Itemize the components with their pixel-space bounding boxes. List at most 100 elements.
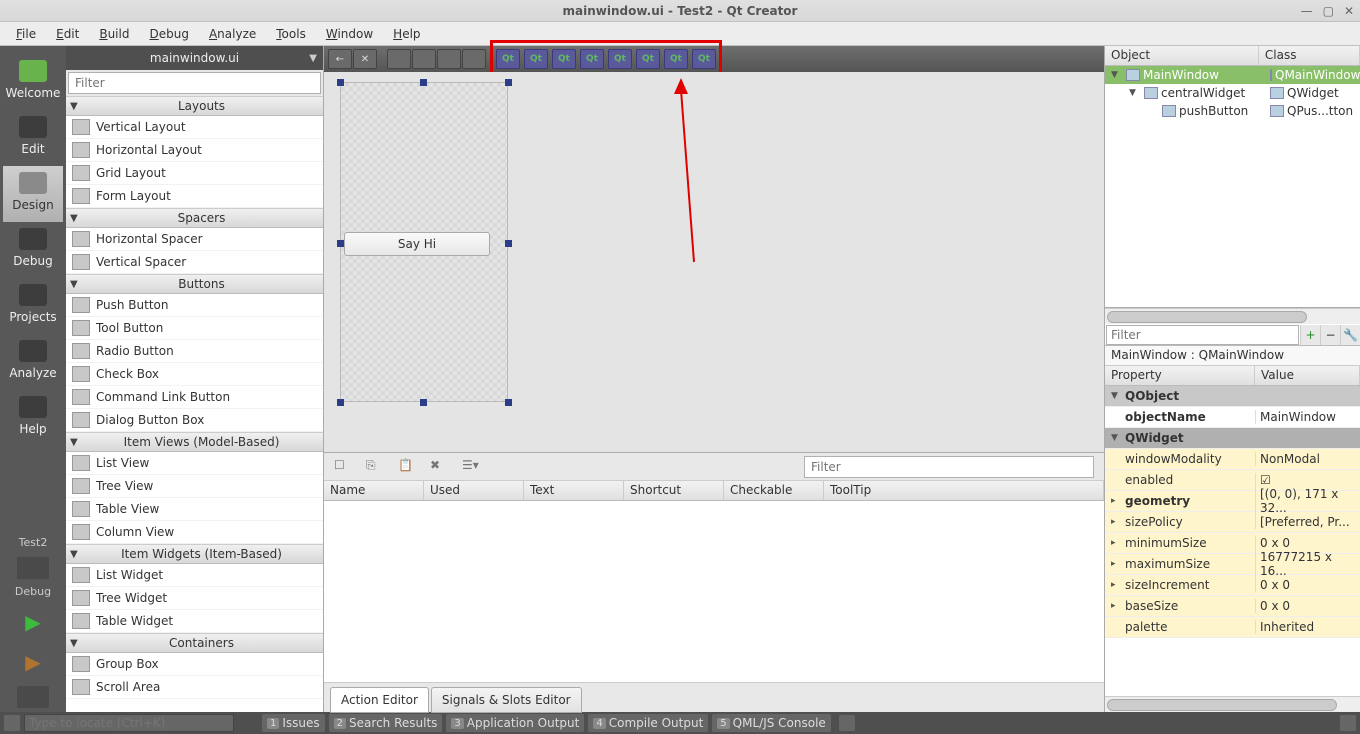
sidebar-toggle-icon[interactable] — [1340, 715, 1356, 731]
widgetbox-item[interactable]: Horizontal Layout — [66, 139, 323, 162]
widgetbox-item[interactable]: Grid Layout — [66, 162, 323, 185]
col-shortcut[interactable]: Shortcut — [624, 481, 724, 500]
property-row[interactable]: ▸maximumSize16777215 x 16... — [1105, 554, 1360, 575]
property-table[interactable]: ▼QObjectobjectNameMainWindow▼QWidgetwind… — [1105, 386, 1360, 696]
form-pushbutton[interactable]: Say Hi — [344, 232, 490, 256]
edit-tab-order-icon[interactable] — [462, 49, 486, 69]
back-icon[interactable]: ← — [328, 49, 352, 69]
close-doc-icon[interactable]: ✕ — [353, 49, 377, 69]
paste-action-icon[interactable]: 📋 — [398, 458, 416, 476]
resize-handle[interactable] — [505, 399, 512, 406]
resize-handle[interactable] — [420, 399, 427, 406]
widgetbox-item[interactable]: Tree View — [66, 475, 323, 498]
col-class[interactable]: Class — [1259, 46, 1360, 65]
widgetbox-item[interactable]: Check Box — [66, 363, 323, 386]
col-name[interactable]: Name — [324, 481, 424, 500]
widgetbox-item[interactable]: Dialog Button Box — [66, 409, 323, 432]
rail-edit[interactable]: Edit — [3, 110, 63, 166]
tab-action-editor[interactable]: Action Editor — [330, 687, 429, 713]
widgetbox-item[interactable]: List View — [66, 452, 323, 475]
property-category[interactable]: ▼QWidget — [1105, 428, 1360, 449]
widgetbox-category[interactable]: ▼Spacers — [66, 208, 323, 228]
property-row[interactable]: ▸sizeIncrement0 x 0 — [1105, 575, 1360, 596]
output-tab[interactable]: 2Search Results — [329, 714, 443, 732]
horizontal-scrollbar[interactable] — [1105, 308, 1360, 324]
rail-analyze[interactable]: Analyze — [3, 334, 63, 390]
widgetbox-item[interactable]: Radio Button — [66, 340, 323, 363]
resize-handle[interactable] — [505, 79, 512, 86]
widgetbox-category[interactable]: ▼Containers — [66, 633, 323, 653]
maximize-icon[interactable]: ▢ — [1323, 4, 1334, 18]
widgetbox-item[interactable]: Command Link Button — [66, 386, 323, 409]
widgetbox-item[interactable]: Tool Button — [66, 317, 323, 340]
col-object[interactable]: Object — [1105, 46, 1259, 65]
object-row[interactable]: ▼MainWindowQMainWindow — [1105, 66, 1360, 84]
search-icon[interactable] — [4, 715, 20, 731]
layout-qt-icon[interactable]: Qt — [664, 49, 688, 69]
property-filter[interactable] — [1106, 325, 1299, 345]
layout-qt-icon[interactable]: Qt — [636, 49, 660, 69]
widgetbox-filter[interactable] — [68, 72, 321, 94]
col-checkable[interactable]: Checkable — [724, 481, 824, 500]
resize-handle[interactable] — [337, 399, 344, 406]
delete-action-icon[interactable]: ✖ — [430, 458, 448, 476]
output-tab[interactable]: 5QML/JS Console — [712, 714, 831, 732]
copy-action-icon[interactable]: ⎘ — [366, 458, 384, 476]
widgetbox-item[interactable]: Scroll Area — [66, 676, 323, 699]
layout-qt-icon[interactable]: Qt — [608, 49, 632, 69]
rail-target-selector[interactable] — [17, 557, 49, 579]
output-tab[interactable]: 3Application Output — [446, 714, 584, 732]
col-property[interactable]: Property — [1105, 366, 1255, 385]
menu-tools[interactable]: Tools — [268, 25, 314, 43]
resize-handle[interactable] — [420, 79, 427, 86]
action-filter[interactable] — [804, 456, 1094, 478]
widgetbox-item[interactable]: Horizontal Spacer — [66, 228, 323, 251]
close-icon[interactable]: ✕ — [1344, 4, 1354, 18]
property-row[interactable]: objectNameMainWindow — [1105, 407, 1360, 428]
widgetbox-item[interactable]: Form Layout — [66, 185, 323, 208]
output-tab[interactable]: 4Compile Output — [588, 714, 708, 732]
menu-window[interactable]: Window — [318, 25, 381, 43]
object-inspector-tree[interactable]: ▼MainWindowQMainWindow▼centralWidgetQWid… — [1105, 66, 1360, 308]
tab-signals-slots[interactable]: Signals & Slots Editor — [431, 687, 582, 713]
widgetbox-item[interactable]: Vertical Layout — [66, 116, 323, 139]
resize-handle[interactable] — [337, 79, 344, 86]
widgetbox-category[interactable]: ▼Buttons — [66, 274, 323, 294]
widgetbox-item[interactable]: Tree Widget — [66, 587, 323, 610]
horizontal-scrollbar[interactable] — [1105, 696, 1360, 712]
property-category[interactable]: ▼QObject — [1105, 386, 1360, 407]
layout-qt-icon[interactable]: Qt — [524, 49, 548, 69]
remove-property-icon[interactable]: − — [1320, 325, 1340, 345]
widgetbox-category[interactable]: ▼Layouts — [66, 96, 323, 116]
menu-debug[interactable]: Debug — [141, 25, 196, 43]
minimize-icon[interactable]: — — [1301, 4, 1313, 18]
property-row[interactable]: windowModalityNonModal — [1105, 449, 1360, 470]
rail-design[interactable]: Design — [3, 166, 63, 222]
widgetbox-item[interactable]: Vertical Spacer — [66, 251, 323, 274]
widgetbox-item[interactable]: Table View — [66, 498, 323, 521]
open-file-label[interactable]: mainwindow.ui — [150, 51, 239, 65]
locator-input[interactable] — [24, 714, 234, 732]
rail-welcome[interactable]: Welcome — [3, 54, 63, 110]
form-canvas[interactable]: Say Hi — [324, 72, 1104, 452]
col-used[interactable]: Used — [424, 481, 524, 500]
object-row[interactable]: pushButtonQPus...tton — [1105, 102, 1360, 120]
widgetbox-category[interactable]: ▼Item Views (Model-Based) — [66, 432, 323, 452]
property-row[interactable]: ▸geometry[(0, 0), 171 x 32... — [1105, 491, 1360, 512]
layout-qt-icon[interactable]: Qt — [580, 49, 604, 69]
menu-file[interactable]: File — [8, 25, 44, 43]
resize-handle[interactable] — [337, 240, 344, 247]
col-value[interactable]: Value — [1255, 366, 1360, 385]
view-mode-icon[interactable]: ☰▾ — [462, 458, 480, 476]
rail-projects[interactable]: Projects — [3, 278, 63, 334]
widgetbox-item[interactable]: Push Button — [66, 294, 323, 317]
new-action-icon[interactable]: ☐ — [334, 458, 352, 476]
resize-handle[interactable] — [505, 240, 512, 247]
property-row[interactable]: ▸baseSize0 x 0 — [1105, 596, 1360, 617]
widgetbox-item[interactable]: List Widget — [66, 564, 323, 587]
rail-debug[interactable]: Debug — [3, 222, 63, 278]
output-tab[interactable]: 1Issues — [262, 714, 325, 732]
menu-analyze[interactable]: Analyze — [201, 25, 264, 43]
menu-edit[interactable]: Edit — [48, 25, 87, 43]
chevron-down-icon[interactable]: ▼ — [309, 53, 317, 64]
